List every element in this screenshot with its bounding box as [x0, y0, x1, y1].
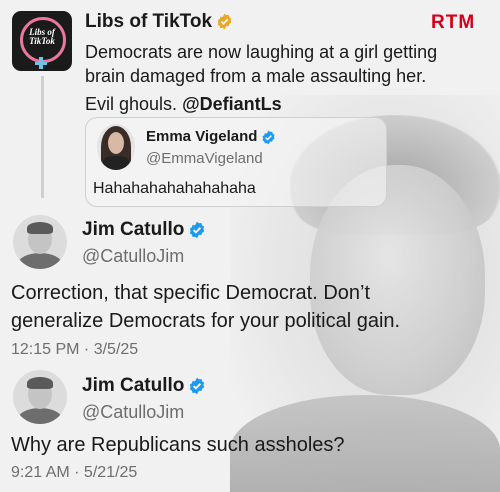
post1-text: Democrats are now laughing at a girl get… [85, 42, 438, 86]
author-name: Libs of TikTok [85, 11, 213, 32]
verified-blue-icon [190, 377, 205, 395]
author-name: Emma Vigeland [146, 128, 258, 145]
post2-handle[interactable]: @CatulloJim [82, 246, 184, 267]
post3-author[interactable]: Jim Catullo [82, 375, 206, 397]
emma-avatar[interactable] [97, 124, 135, 170]
post1-author[interactable]: Libs of TikTok [85, 11, 233, 33]
verified-blue-icon [190, 221, 205, 239]
thread-line [41, 76, 44, 198]
rtm-watermark: RTM [431, 12, 476, 33]
libs-of-tiktok-avatar[interactable]: Libs of TikTok [12, 11, 72, 71]
post1-text-line3: Evil ghouls. @DefiantLs [85, 94, 282, 114]
post3-handle[interactable]: @CatulloJim [82, 402, 184, 423]
verified-blue-icon [262, 130, 275, 144]
post2-author[interactable]: Jim Catullo [82, 219, 206, 241]
author-name: Jim Catullo [82, 219, 185, 240]
quote-author[interactable]: Emma Vigeland [146, 128, 276, 145]
jim-avatar[interactable] [13, 370, 67, 424]
avatar-logo-text: Libs of TikTok [29, 27, 55, 46]
post2-text: Correction, that specific Democrat. Don’… [11, 282, 401, 332]
quote-text: Hahahahahahahahaha [93, 180, 256, 197]
verified-gold-icon [217, 14, 232, 30]
quote-handle[interactable]: @EmmaVigeland [146, 150, 263, 167]
post3-text: Why are Republicans such assholes? [11, 434, 345, 456]
author-name: Jim Catullo [82, 375, 185, 396]
post2-timestamp[interactable]: 12:15 PM · 3/5/25 [11, 341, 138, 359]
post3-timestamp[interactable]: 9:21 AM · 5/21/25 [11, 464, 137, 482]
mention-link[interactable]: @DefiantLs [182, 94, 282, 114]
jim-avatar[interactable] [13, 215, 67, 269]
